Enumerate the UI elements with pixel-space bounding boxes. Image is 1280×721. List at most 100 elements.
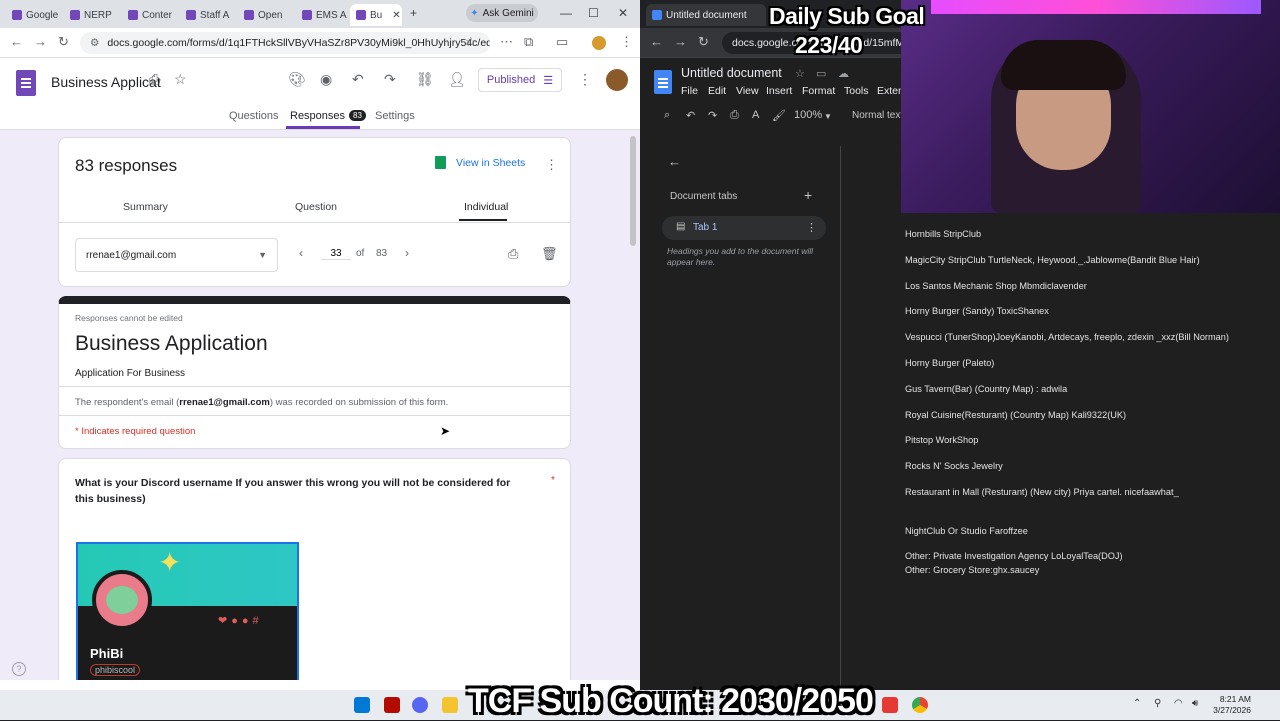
tab-questions[interactable]: Questions: [229, 110, 279, 122]
reload-icon[interactable]: ↻: [58, 34, 69, 50]
link-icon[interactable]: ⛓: [416, 71, 434, 88]
spellcheck-icon[interactable]: A: [752, 109, 759, 121]
doc-line: Restaurant in Mall (Resturant) (New city…: [905, 487, 1179, 497]
google-docs-logo-icon[interactable]: [654, 70, 672, 94]
more-options-icon[interactable]: ⋮: [578, 71, 592, 88]
profile-icon[interactable]: [592, 36, 606, 50]
subtab-individual[interactable]: Individual: [464, 201, 508, 213]
chrome-icon[interactable]: [912, 697, 928, 713]
help-icon[interactable]: ?: [12, 662, 26, 676]
respondent-email: rrenae1@gmail.com: [86, 250, 177, 261]
tab-label: Conter: [142, 9, 173, 21]
star-icon[interactable]: ☆: [795, 67, 805, 80]
tab-responses[interactable]: Responses 83: [290, 110, 366, 122]
doc-title[interactable]: Untitled document: [681, 66, 782, 80]
clock-time[interactable]: 8:21 AM: [1211, 694, 1251, 704]
subtab-question[interactable]: Question: [295, 201, 337, 213]
redo-icon[interactable]: ↷: [708, 109, 717, 122]
close-tab-icon[interactable]: ✕: [392, 10, 400, 21]
reload-icon[interactable]: ↻: [698, 34, 709, 50]
star-icon[interactable]: ☆: [174, 71, 187, 88]
browser-tab-active[interactable]: Bu ✕: [350, 4, 402, 26]
network-icon[interactable]: ⚲: [1154, 698, 1161, 709]
delete-icon[interactable]: 🗑︎: [541, 246, 558, 262]
view-in-sheets-button[interactable]: View in Sheets: [435, 156, 525, 169]
responses-more-icon[interactable]: ⋮: [545, 157, 558, 173]
menu-extensions[interactable]: Exten: [877, 85, 904, 97]
next-response-icon[interactable]: ›: [405, 246, 409, 260]
move-folder-icon[interactable]: ▭: [816, 67, 826, 80]
close-window-icon[interactable]: ✕: [618, 6, 628, 20]
paragraph-style-select[interactable]: Normal text: [852, 110, 903, 121]
print-icon[interactable]: ⎙: [730, 109, 739, 122]
browser-menu-icon[interactable]: ⋮: [620, 34, 633, 50]
zoom-select[interactable]: 100%: [794, 109, 822, 121]
browser-tab[interactable]: Open: [238, 4, 290, 26]
back-icon[interactable]: ←: [10, 34, 23, 49]
search-menus-icon[interactable]: ⌕: [664, 109, 670, 122]
add-tab-icon[interactable]: +: [804, 187, 812, 203]
cast-icon[interactable]: ▭: [556, 34, 568, 50]
minimize-icon[interactable]: —: [560, 6, 572, 20]
volume-icon[interactable]: 🔊︎: [1192, 698, 1198, 709]
docs-favicon-icon: [70, 10, 80, 20]
menu-edit[interactable]: Edit: [708, 85, 726, 97]
menu-insert[interactable]: Insert: [766, 85, 792, 97]
app-icon[interactable]: [882, 697, 898, 713]
file-explorer-icon[interactable]: [442, 697, 458, 713]
paint-format-icon[interactable]: 🖌︎: [772, 109, 786, 122]
forward-icon[interactable]: →: [674, 34, 687, 49]
back-icon[interactable]: ←: [650, 34, 663, 49]
move-to-folder-icon[interactable]: ⎙: [149, 71, 160, 88]
doc-line: Pitstop WorkShop: [905, 435, 979, 445]
respondent-select[interactable]: rrenae1@gmail.com ▼: [75, 238, 278, 272]
wifi-icon[interactable]: ◠: [1174, 698, 1183, 709]
page-scrollbar[interactable]: [630, 136, 636, 246]
discord-icon[interactable]: [412, 697, 428, 713]
browser-tab-active[interactable]: Untitled document: [646, 4, 766, 26]
cloud-status-icon[interactable]: ☁: [838, 67, 849, 80]
close-outline-icon[interactable]: ←: [668, 154, 681, 169]
undo-icon[interactable]: ↶: [352, 71, 364, 88]
browser-tab[interactable]: NERP: [64, 4, 116, 26]
acrobat-icon[interactable]: [384, 697, 400, 713]
tab-options-icon[interactable]: ⋮: [806, 221, 817, 234]
preview-eye-icon[interactable]: ◉: [320, 71, 332, 88]
previous-response-icon[interactable]: ‹: [299, 246, 303, 260]
print-icon[interactable]: ⎙: [508, 246, 518, 262]
form-title: Business Application: [75, 332, 268, 355]
url-bar[interactable]: ⚙ docs.google.com/forms/d/1q1FTHckSllVBy…: [80, 32, 490, 54]
subtab-summary[interactable]: Summary: [123, 201, 168, 213]
browser-tab[interactable]: EMS A: [296, 4, 348, 26]
tray-overflow-icon[interactable]: ⌃: [1133, 698, 1141, 709]
add-collaborator-icon[interactable]: 👤︎: [448, 71, 466, 88]
menu-format[interactable]: Format: [802, 85, 835, 97]
extension-icon[interactable]: ⋯: [500, 34, 513, 50]
menu-view[interactable]: View: [736, 85, 759, 97]
redo-icon[interactable]: ↷: [384, 71, 396, 88]
google-forms-logo-icon[interactable]: [16, 70, 36, 96]
tab-settings[interactable]: Settings: [375, 110, 415, 122]
bookmark-star-icon[interactable]: ☆: [465, 34, 477, 50]
puzzle-icon[interactable]: ⧉: [524, 34, 533, 50]
avatar[interactable]: [606, 69, 628, 91]
ask-gemini-button[interactable]: ✦ Ask Gemini: [466, 4, 538, 22]
clock-date[interactable]: 3/27/2026: [1211, 705, 1251, 715]
tab-strip: Google NERP Conter Staff A Open EMS A Bu…: [0, 0, 640, 28]
discord-profile-image[interactable]: ✦ ❤●●# PhiBi phibiscool: [76, 542, 299, 680]
published-button[interactable]: Published ☰: [478, 68, 562, 92]
menu-tools[interactable]: Tools: [844, 85, 869, 97]
customize-theme-icon[interactable]: 🎨︎: [288, 71, 306, 88]
new-tab-icon[interactable]: +: [410, 6, 417, 20]
form-title-header[interactable]: Business Applicat: [51, 74, 161, 90]
browser-tab[interactable]: Staff A: [180, 4, 232, 26]
menu-file[interactable]: File: [681, 85, 698, 97]
browser-tab[interactable]: Conter: [122, 4, 174, 26]
forward-icon[interactable]: →: [34, 34, 47, 49]
browser-tab[interactable]: Google: [6, 4, 58, 26]
maximize-icon[interactable]: ☐: [588, 6, 599, 20]
windows-start-icon[interactable]: [354, 697, 370, 713]
tab-1-item[interactable]: ▤ Tab 1 ⋮: [662, 216, 826, 240]
undo-icon[interactable]: ↶: [686, 109, 695, 122]
page-number-input[interactable]: 33: [321, 248, 351, 260]
